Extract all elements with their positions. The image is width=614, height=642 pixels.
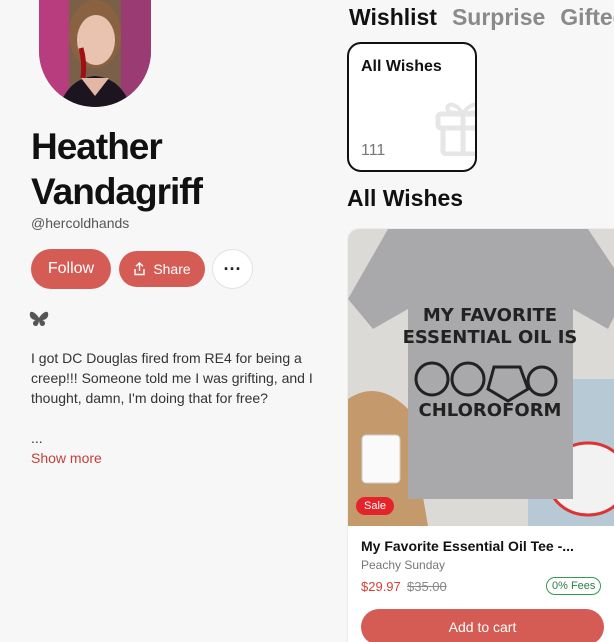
share-label: Share (153, 261, 191, 277)
tee-print-line-1: MY FAVORITE (423, 305, 557, 326)
show-more-link[interactable]: Show more (31, 450, 102, 466)
tee-print-line-3: CHLOROFORM (419, 400, 562, 421)
product-card[interactable]: MY FAVORITE ESSENTIAL OIL IS CHLOROFORM … (347, 228, 614, 642)
gift-icon (435, 102, 475, 156)
wishlist-tabs: Wishlist Surprise Gifted (349, 4, 614, 31)
follow-button[interactable]: Follow (31, 249, 111, 289)
add-to-cart-button[interactable]: Add to cart (361, 609, 604, 642)
fees-badge: 0% Fees (546, 577, 602, 595)
product-title[interactable]: My Favorite Essential Oil Tee -... (361, 538, 574, 554)
profile-handle: @hercoldhands (31, 215, 130, 231)
profile-bio: I got DC Douglas fired from RE4 for bein… (31, 350, 313, 406)
profile-name: Heather Vandagriff (31, 126, 203, 212)
product-seller: Peachy Sunday (361, 558, 446, 572)
share-icon (134, 262, 146, 276)
tab-surprise[interactable]: Surprise (452, 4, 545, 31)
bio-ellipsis: ... (31, 430, 43, 446)
tee-print-line-2: ESSENTIAL OIL IS (403, 327, 578, 348)
sale-price: $29.97 (361, 579, 401, 594)
bluesky-butterfly-icon[interactable] (28, 308, 50, 330)
section-title: All Wishes (347, 185, 464, 211)
profile-avatar (39, 0, 151, 107)
all-wishes-count: 111 (361, 142, 386, 159)
share-button[interactable]: Share (119, 251, 205, 287)
original-price: $35.00 (407, 579, 447, 594)
product-image[interactable]: MY FAVORITE ESSENTIAL OIL IS CHLOROFORM (348, 229, 614, 526)
sale-badge: Sale (356, 497, 395, 515)
tab-wishlist[interactable]: Wishlist (349, 4, 437, 31)
more-options-button[interactable]: ··· (212, 249, 253, 289)
all-wishes-card[interactable]: All Wishes 111 (347, 42, 477, 172)
all-wishes-card-label: All Wishes (361, 58, 442, 75)
tab-gifted[interactable]: Gifted (560, 4, 614, 31)
